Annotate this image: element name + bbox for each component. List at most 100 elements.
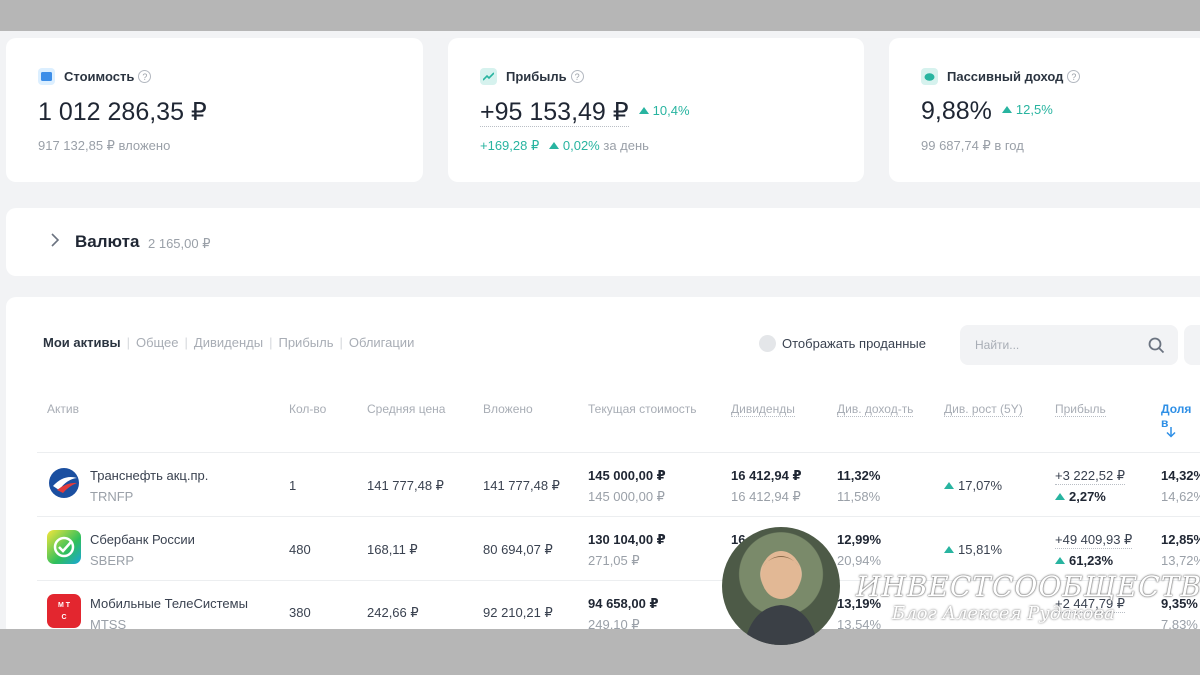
invested: 92 210,21 ₽	[483, 605, 553, 620]
show-sold-toggle[interactable]: Отображать проданные	[759, 335, 926, 352]
search-input[interactable]: Найти...	[975, 338, 1019, 352]
invested-amount: 917 132,85 ₽ вложено	[38, 138, 171, 153]
profit-change: 10,4%	[638, 103, 690, 118]
search-icon[interactable]	[1148, 337, 1165, 359]
dividends: 16 412,94 ₽	[731, 468, 802, 483]
col-qty[interactable]: Кол-во	[289, 402, 326, 416]
tab-profit[interactable]: Прибыль	[272, 335, 339, 350]
share-sub: 13,72%	[1161, 553, 1200, 568]
piggy-bank-icon	[921, 68, 938, 85]
col-invested[interactable]: Вложено	[483, 402, 533, 416]
div-growth: 17,07%	[944, 478, 1002, 493]
profit-pct: 61,23%	[1055, 553, 1113, 568]
col-div-yield[interactable]: Див. доход-ть	[837, 402, 914, 417]
passive-card: Пассивный доход ? 9,88% 12,5% 99 687,74 ₽…	[889, 38, 1200, 182]
passive-amount: 9,88%	[921, 97, 992, 125]
current-value-sub: 271,05 ₽	[588, 553, 640, 568]
div-yield-sub: 11,58%	[837, 489, 881, 504]
svg-text:М Т: М Т	[58, 602, 71, 609]
qty: 380	[289, 605, 311, 620]
passive-title: Пассивный доход ?	[921, 68, 1081, 85]
share-sub: 14,62%	[1161, 489, 1200, 504]
profit-day-label: за день	[603, 138, 649, 153]
author-avatar	[722, 527, 840, 645]
invested: 80 694,07 ₽	[483, 542, 553, 557]
value-title: Стоимость ?	[38, 68, 152, 85]
currency-card[interactable]: Валюта 2 165,00 ₽	[6, 208, 1200, 276]
row-divider	[37, 516, 1200, 517]
qty: 480	[289, 542, 311, 557]
asset-ticker: SBERP	[90, 553, 135, 568]
col-div-growth[interactable]: Див. рост (5Y)	[944, 402, 1023, 417]
profit: +3 222,52 ₽	[1055, 468, 1126, 485]
profit-label: Прибыль	[506, 69, 567, 84]
passive-change: 12,5%	[1001, 102, 1053, 117]
asset-ticker: TRNFP	[90, 489, 134, 504]
passive-per-year: 99 687,74 ₽ в год	[921, 138, 1024, 153]
profit-title: Прибыль ?	[480, 68, 584, 85]
profit-day-change: 0,02%	[548, 138, 600, 153]
col-current-value[interactable]: Текущая стоимость	[588, 402, 697, 416]
div-yield-sub: 20,94%	[837, 553, 882, 568]
col-dividends[interactable]: Дивиденды	[731, 402, 795, 417]
tab-dividends[interactable]: Дивиденды	[188, 335, 269, 350]
profit-day-amount: +169,28 ₽	[480, 138, 540, 153]
tab-general[interactable]: Общее	[130, 335, 185, 350]
chevron-right-icon[interactable]	[50, 233, 60, 252]
invested: 141 777,48 ₽	[483, 478, 560, 493]
search-box[interactable]: Найти...	[960, 325, 1178, 365]
help-icon[interactable]: ?	[570, 70, 584, 83]
div-yield: 11,32%	[837, 468, 881, 483]
current-value-sub: 145 000,00 ₽	[588, 489, 665, 504]
value-card: Стоимость ? 1 012 286,35 ₽ 917 132,85 ₽ …	[6, 38, 423, 182]
avg-price: 168,11 ₽	[367, 542, 418, 557]
sberbank-logo	[47, 530, 81, 564]
chart-icon	[480, 68, 497, 85]
show-sold-checkbox[interactable]	[759, 335, 776, 352]
tab-my-assets[interactable]: Мои активы	[37, 335, 127, 350]
top-band	[0, 0, 1200, 31]
qty: 1	[289, 478, 297, 493]
dividends-sub: 16 412,94 ₽	[731, 489, 801, 504]
profit-day-row: +169,28 ₽ 0,02% за день	[480, 138, 649, 154]
transneft-logo	[47, 466, 81, 500]
current-value: 145 000,00 ₽	[588, 468, 666, 483]
div-yield: 12,99%	[837, 532, 882, 547]
current-value: 130 104,00 ₽	[588, 532, 666, 547]
wallet-icon	[38, 68, 55, 85]
profit-amount-row: +95 153,49 ₽ 10,4%	[480, 97, 690, 127]
profit: +49 409,93 ₽	[1055, 532, 1133, 549]
watermark-subtitle: Блог Алексея Рудакова	[892, 603, 1115, 624]
svg-text:С: С	[61, 614, 66, 621]
profit-pct: 2,27%	[1055, 489, 1106, 504]
asset-name[interactable]: Мобильные ТелеСистемы	[90, 596, 248, 611]
tab-bonds[interactable]: Облигации	[343, 335, 420, 350]
value-amount: 1 012 286,35 ₽	[38, 98, 207, 126]
asset-name[interactable]: Транснефть акц.пр.	[90, 468, 208, 483]
passive-amount-row: 9,88% 12,5%	[921, 97, 1053, 126]
profit-card: Прибыль ? +95 153,49 ₽ 10,4% +169,28 ₽ 0,…	[448, 38, 864, 182]
value-label: Стоимость	[64, 69, 135, 84]
div-growth: 15,81%	[944, 542, 1002, 557]
mts-logo: М Т С	[47, 594, 81, 628]
currency-amount: 2 165,00 ₽	[148, 236, 211, 251]
currency-label: Валюта	[75, 232, 140, 251]
bottom-band	[0, 629, 1200, 675]
col-avg-price[interactable]: Средняя цена	[367, 402, 445, 416]
profit-amount: +95 153,49 ₽	[480, 98, 629, 127]
show-sold-label: Отображать проданные	[782, 336, 926, 351]
asset-tabs: Мои активы | Общее | Дивиденды | Прибыль | О…	[37, 335, 420, 350]
help-icon[interactable]: ?	[1067, 70, 1081, 83]
help-icon[interactable]: ?	[138, 70, 152, 83]
share: 14,32%	[1161, 468, 1200, 483]
sort-down-icon[interactable]	[1166, 425, 1176, 443]
asset-name[interactable]: Сбербанк России	[90, 532, 195, 547]
col-asset[interactable]: Актив	[47, 402, 79, 416]
avg-price: 141 777,48 ₽	[367, 478, 444, 493]
col-profit[interactable]: Прибыль	[1055, 402, 1106, 417]
current-value: 94 658,00 ₽	[588, 596, 659, 611]
more-button[interactable]	[1184, 325, 1200, 365]
passive-label: Пассивный доход	[947, 69, 1064, 84]
avg-price: 242,66 ₽	[367, 605, 419, 620]
row-divider	[37, 452, 1200, 453]
